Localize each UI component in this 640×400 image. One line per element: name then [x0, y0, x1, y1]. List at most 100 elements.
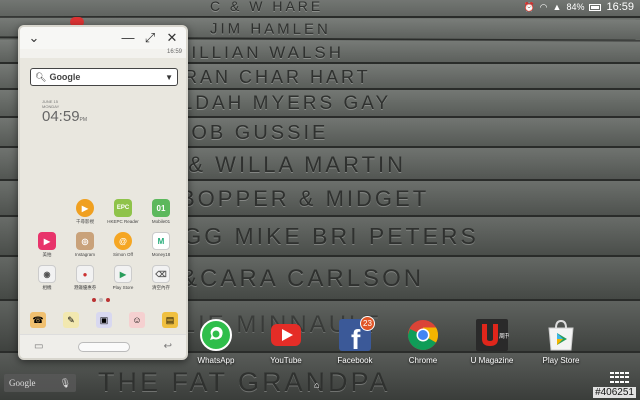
- grid-dot: [620, 380, 624, 383]
- app-row: ▶ 美拍 ◎ Instagram @ Simon Off M Money18: [28, 232, 180, 264]
- clock-widget-time[interactable]: 04:59PM: [42, 108, 87, 125]
- app-money18[interactable]: M Money18: [142, 232, 180, 264]
- minimize-icon[interactable]: —: [120, 29, 136, 47]
- page-indicator: [92, 298, 110, 302]
- dropdown-arrow-icon[interactable]: ▼: [165, 73, 173, 82]
- app-label: Mobile01: [151, 219, 171, 224]
- notification-badge: 23: [360, 316, 375, 331]
- close-icon[interactable]: ✕: [164, 29, 180, 47]
- traffic-light-icon: ●: [76, 265, 94, 283]
- dock-app-chrome[interactable]: Chrome: [391, 318, 455, 365]
- clock-suffix: PM: [79, 117, 88, 123]
- popup-titlebar[interactable]: ⌄ — ⤢ ✕: [20, 27, 186, 49]
- play-circle-icon: ▶: [76, 199, 94, 217]
- plank-text: E&CARA CARLSON: [162, 265, 425, 292]
- page-dot: [99, 298, 103, 302]
- app-mobile01[interactable]: 01 Mobile01: [142, 199, 180, 231]
- clock-time: 04:59: [42, 108, 80, 125]
- popup-status-time: 16:59: [166, 49, 182, 55]
- search-icon: 🔍︎: [35, 71, 47, 82]
- plank-text: Y & WILLA MARTIN: [162, 152, 407, 177]
- mobile01-icon: 01: [152, 199, 170, 217]
- apps-grid-icon[interactable]: [610, 372, 632, 384]
- app-label: HKEPC Reader: [107, 219, 139, 224]
- dock-app-youtube[interactable]: YouTube: [254, 318, 318, 365]
- chevron-down-icon[interactable]: ⌄: [26, 29, 42, 47]
- u-magazine-icon-svg: 周刊: [476, 319, 509, 351]
- back-icon[interactable]: ↩: [164, 341, 172, 352]
- dock-app-u-magazine[interactable]: 周刊 U Magazine: [460, 318, 524, 365]
- battery-icon: [589, 3, 602, 11]
- youtube-icon-svg: [271, 324, 301, 346]
- dock-label: WhatsApp: [197, 356, 235, 365]
- plank-text: JILLIAN WALSH: [180, 43, 345, 62]
- plank-text: JIM HAMLEN: [210, 20, 331, 39]
- app-play-store[interactable]: ▶ Play Store: [104, 265, 142, 297]
- recent-apps-icon[interactable]: ▭: [34, 341, 43, 352]
- signal-icon: ▲: [552, 2, 562, 12]
- sim-card-icon[interactable]: ▤: [162, 312, 178, 328]
- bus-icon[interactable]: ▣: [96, 312, 112, 328]
- app-meipai[interactable]: ▶ 美拍: [28, 232, 66, 264]
- dock-label: Facebook: [337, 356, 373, 365]
- chrome-icon: [406, 318, 440, 352]
- grid-dot: [610, 372, 614, 374]
- google-search-label: Google: [49, 72, 81, 82]
- app-simon[interactable]: @ Simon Off: [104, 232, 142, 264]
- popup-status-bar: 16:59: [20, 49, 186, 58]
- phone-icon[interactable]: ☎: [30, 312, 46, 328]
- app-label: Instagram: [74, 252, 95, 257]
- app-mtr-coupons[interactable]: ● 港鐵優惠券: [66, 265, 104, 297]
- google-search-widget[interactable]: Google 🎙︎: [4, 374, 76, 392]
- grid-dot: [625, 376, 629, 379]
- home-button[interactable]: [77, 341, 130, 352]
- plank-text: FRAN CHAR HART: [170, 67, 371, 87]
- grid-dot: [620, 376, 624, 379]
- wifi-icon: ◠: [539, 2, 548, 12]
- app-row: ▶ 千尋影視 EPC HKEPC Reader 01 Mobile01: [28, 199, 180, 231]
- dock-app-facebook[interactable]: f 23 Facebook: [323, 316, 387, 365]
- whatsapp-icon: [199, 318, 233, 352]
- app-label: Simon Off: [113, 252, 133, 257]
- google-widget-label: Google: [9, 378, 36, 388]
- expand-icon[interactable]: ⤢: [142, 29, 158, 47]
- app-label: 清空內存: [152, 285, 170, 290]
- camera-icon: ◉: [38, 265, 56, 283]
- app-memory-clean[interactable]: ⌫ 清空內存: [142, 265, 180, 297]
- battery-percent: 84%: [566, 2, 585, 12]
- grid-dot: [610, 380, 614, 383]
- popup-dock: ☎ ✎ ▣ ☺ ▤: [30, 312, 178, 328]
- watermark: #406251: [593, 387, 636, 398]
- app-row: ◉ 相機 ● 港鐵優惠券 ▶ Play Store ⌫ 清空內存: [28, 265, 180, 297]
- popup-window[interactable]: ⌄ — ⤢ ✕ 16:59 🔍︎ Google ▼ JUNE 15 MONDAY…: [18, 25, 188, 360]
- app-qianxun[interactable]: ▶ 千尋影視: [66, 199, 104, 231]
- grid-dot: [610, 376, 614, 379]
- plank-text: EGG MIKE BRI PETERS: [165, 223, 479, 249]
- notes-icon[interactable]: ✎: [63, 312, 79, 328]
- play-store-icon: ▶: [114, 265, 132, 283]
- grid-dot: [625, 372, 629, 374]
- app-label: 美拍: [42, 252, 52, 257]
- dock-app-whatsapp[interactable]: WhatsApp: [184, 318, 248, 365]
- play-store-icon-svg: [548, 319, 574, 351]
- status-icons: ⏰ ◠ ▲ 84% 16:59: [523, 0, 634, 14]
- app-instagram[interactable]: ◎ Instagram: [66, 232, 104, 264]
- app-label: 港鐵優惠券: [73, 285, 97, 290]
- plank-text: THE FAT GRANDPA: [98, 367, 391, 397]
- memory-clean-icon: ⌫: [152, 265, 170, 283]
- home-page-indicator-icon: ⌂: [314, 380, 320, 390]
- page-dot: [92, 298, 96, 302]
- plank-text: BOB GUSSIE: [175, 122, 329, 144]
- google-search-bar[interactable]: 🔍︎ Google ▼: [30, 68, 178, 86]
- window-controls: — ⤢ ✕: [120, 29, 180, 47]
- cat-icon[interactable]: ☺: [129, 312, 145, 328]
- app-camera[interactable]: ◉ 相機: [28, 265, 66, 297]
- dock-app-play-store[interactable]: Play Store: [529, 318, 593, 365]
- svg-text:f: f: [351, 324, 361, 352]
- play-store-icon: [544, 318, 578, 352]
- popup-navbar: ▭ ↩: [20, 334, 186, 358]
- microphone-icon[interactable]: 🎙︎: [60, 378, 71, 389]
- app-hkepc[interactable]: EPC HKEPC Reader: [104, 199, 142, 231]
- app-label: 相機: [42, 285, 52, 290]
- dock-label: U Magazine: [470, 356, 514, 365]
